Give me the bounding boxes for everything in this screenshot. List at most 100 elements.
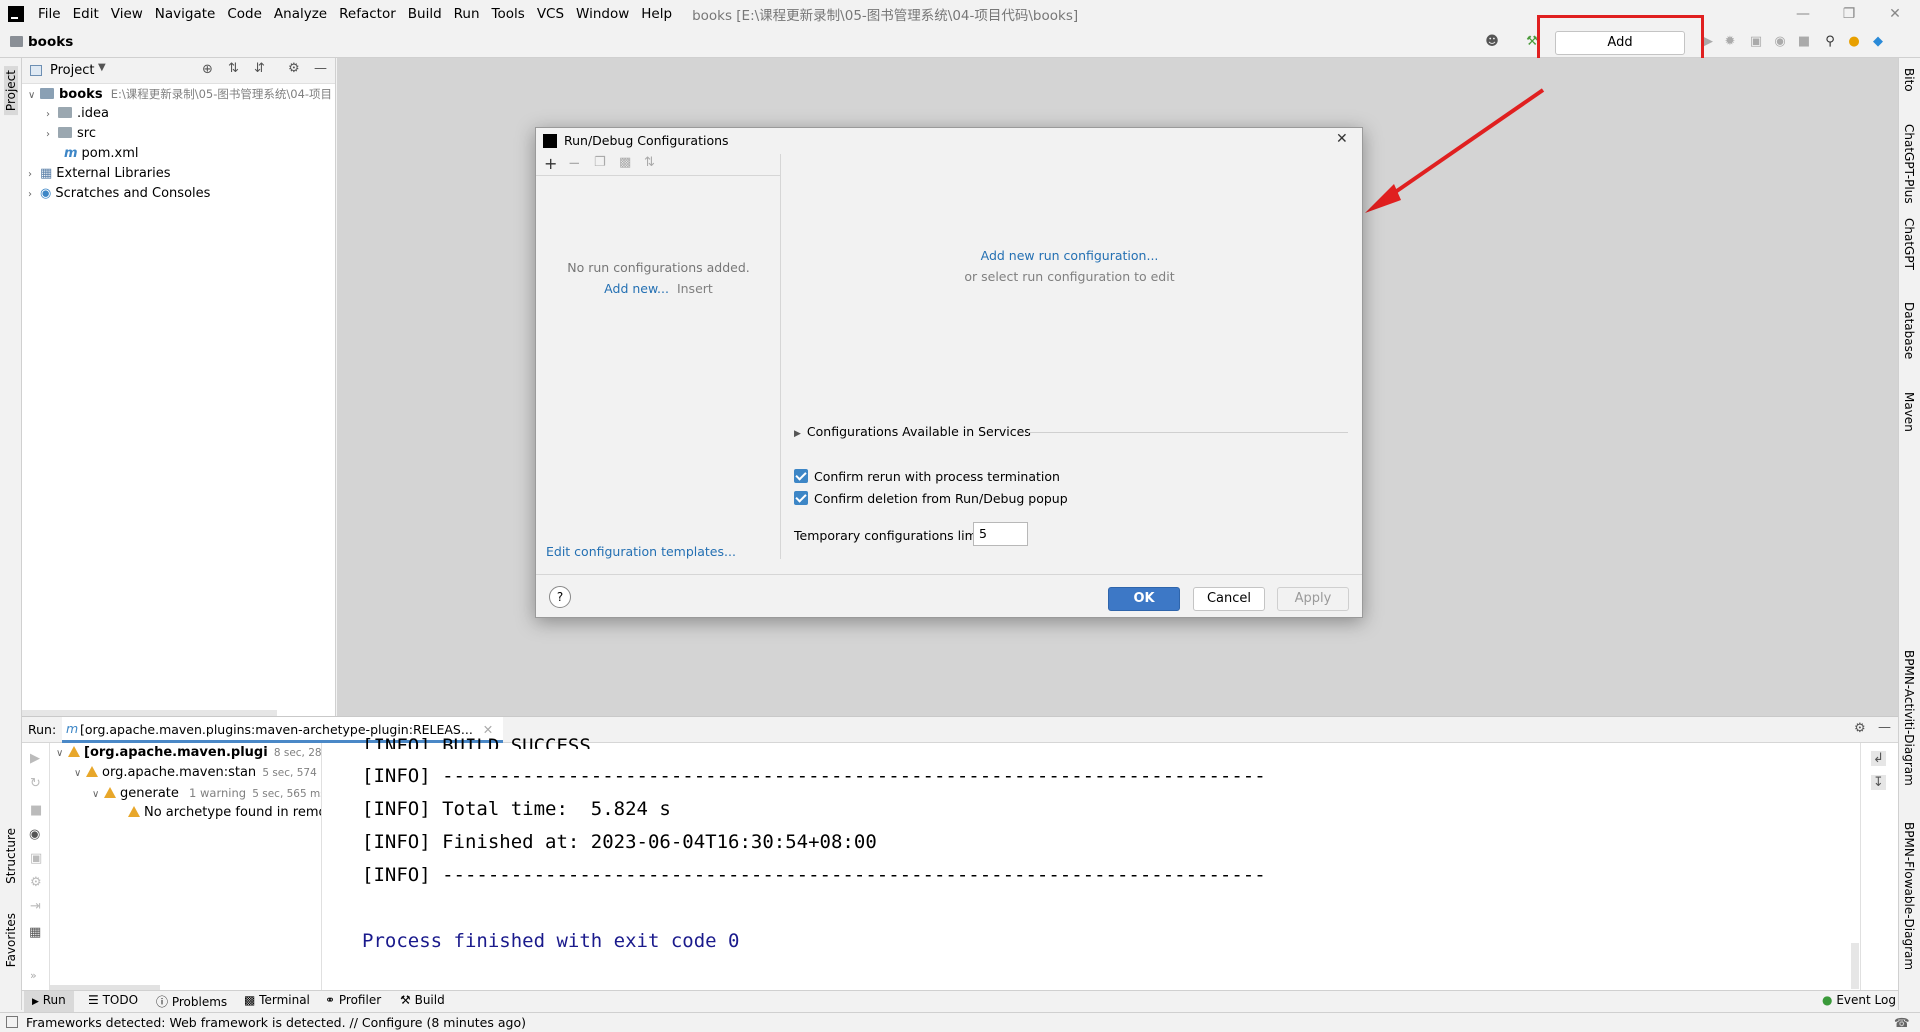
database-tool-tab[interactable]: Database (1902, 302, 1916, 359)
close-window-icon[interactable]: ✕ (1872, 0, 1918, 28)
chevron-right-icon[interactable]: › (46, 105, 58, 125)
chevron-down-icon[interactable]: ∨ (28, 86, 40, 106)
menu-code[interactable]: Code (221, 0, 268, 28)
user-icon[interactable]: ☻ (1484, 34, 1500, 50)
checkbox-checked-icon[interactable] (794, 469, 808, 483)
confirm-deletion-checkbox[interactable]: Confirm deletion from Run/Debug popup (794, 491, 1068, 506)
toolbox-icon[interactable]: ◆ (1870, 34, 1886, 50)
gear-icon[interactable]: ⚙ (288, 61, 300, 76)
menu-analyze[interactable]: Analyze (268, 0, 333, 28)
camera-icon[interactable]: ▣ (30, 851, 42, 866)
add-icon[interactable]: + (544, 154, 557, 173)
hide-panel-icon[interactable]: — (1878, 720, 1891, 735)
restart-icon[interactable]: ↻ (30, 776, 41, 791)
bpmn-activiti-tool-tab[interactable]: BPMN-Activiti-Diagram (1902, 650, 1916, 786)
chatgpt-tool-tab[interactable]: ChatGPT (1902, 218, 1916, 270)
chevron-right-icon[interactable]: › (28, 165, 40, 185)
gear-icon[interactable]: ⚙ (1854, 721, 1866, 736)
menu-run[interactable]: Run (448, 0, 486, 28)
tree-item-scratches[interactable]: › ◉ Scratches and Consoles (28, 184, 210, 204)
expand-all-icon[interactable]: ⇅ (228, 61, 239, 76)
folder-icon[interactable]: ▩ (619, 155, 631, 170)
chatgpt-plus-tool-tab[interactable]: ChatGPT-Plus (1902, 124, 1916, 204)
chevron-down-icon[interactable]: ∨ (56, 744, 68, 764)
add-new-link[interactable]: Add new... (604, 281, 669, 296)
tree-item-src[interactable]: › src (46, 124, 96, 144)
maven-tool-tab[interactable]: Maven (1902, 392, 1916, 432)
profile-icon[interactable]: ◉ (1772, 34, 1788, 50)
confirm-rerun-checkbox[interactable]: Confirm rerun with process termination (794, 469, 1060, 484)
edit-templates-link[interactable]: Edit configuration templates... (546, 544, 736, 559)
tree-item-external-libraries[interactable]: › ▦ External Libraries (28, 164, 171, 184)
status-message[interactable]: Frameworks detected: Web framework is de… (26, 1013, 526, 1032)
problems-tool-tab[interactable]: ⓘ Problems (156, 993, 227, 1010)
soft-wrap-icon[interactable]: ↲ (1871, 751, 1886, 766)
menu-vcs[interactable]: VCS (531, 0, 570, 28)
temp-limit-input[interactable]: 5 (973, 522, 1028, 546)
help-button[interactable]: ? (549, 586, 571, 608)
stop-icon[interactable]: ■ (30, 803, 42, 818)
tree-root-books[interactable]: ∨ books E:\课程更新录制\05-图书管理系统\04-项目 (28, 84, 332, 104)
menu-refactor[interactable]: Refactor (333, 0, 402, 28)
ok-button[interactable]: OK (1108, 587, 1180, 611)
menu-help[interactable]: Help (635, 0, 678, 28)
services-section-toggle[interactable]: ▶ Configurations Available in Services (794, 424, 1031, 439)
remove-icon[interactable]: − (568, 154, 581, 172)
tree-item-idea[interactable]: › .idea (46, 104, 109, 124)
breadcrumb-project[interactable]: books (28, 34, 73, 50)
rerun-icon[interactable]: ▶ (30, 751, 40, 766)
todo-tool-tab[interactable]: ☰ TODO (88, 993, 138, 1007)
filter-icon[interactable]: ⚙ (30, 875, 42, 890)
bpmn-flowable-tool-tab[interactable]: BPMN-Flowable-Diagram (1902, 822, 1916, 970)
restore-icon[interactable]: ❐ (1826, 0, 1872, 28)
collapse-all-icon[interactable]: ⇵ (254, 61, 265, 76)
terminal-tool-tab[interactable]: ▩ Terminal (244, 993, 310, 1007)
more-icon[interactable]: » (30, 969, 37, 982)
eye-icon[interactable]: ◉ (29, 827, 40, 842)
run-tool-tab[interactable]: ▶ Run (24, 991, 74, 1012)
scroll-to-end-icon[interactable]: ↧ (1871, 775, 1886, 790)
run-tree-root[interactable]: ∨ [org.apache.maven.plugi 8 sec, 282 ms (56, 743, 321, 764)
structure-tool-tab[interactable]: Structure (4, 828, 18, 884)
favorites-tool-tab[interactable]: Favorites (4, 913, 18, 967)
menu-window[interactable]: Window (570, 0, 635, 28)
build-tool-tab[interactable]: ⚒ Build (400, 993, 445, 1007)
sort-icon[interactable]: ⇅ (644, 155, 655, 170)
project-tool-tab[interactable]: Project (4, 66, 18, 116)
chevron-right-icon[interactable]: › (28, 185, 40, 205)
run-tree-item[interactable]: ∨ generate 1 warning 5 sec, 565 ms (92, 783, 321, 805)
run-tree-item[interactable]: ∨ org.apache.maven:stan 5 sec, 574 ms (74, 763, 321, 784)
project-view-selector[interactable]: Project (50, 63, 94, 78)
chevron-right-icon[interactable]: › (46, 125, 58, 145)
cancel-button[interactable]: Cancel (1193, 587, 1265, 611)
chevron-down-icon[interactable]: ▼ (98, 62, 106, 73)
copy-icon[interactable]: ❐ (594, 155, 606, 170)
notifications-icon[interactable]: ☎ (1894, 1013, 1910, 1032)
tree-item-pom[interactable]: m pom.xml (64, 144, 139, 164)
close-icon[interactable]: ✕ (1336, 131, 1348, 147)
event-log-tab[interactable]: ● Event Log (1822, 993, 1896, 1007)
console-output[interactable]: [INFO] BUILD SUCCESS [INFO] ------------… (322, 735, 1882, 991)
layout-icon[interactable]: ▦ (29, 925, 41, 940)
import-icon[interactable]: ⇥ (30, 899, 41, 914)
apply-button[interactable]: Apply (1277, 587, 1349, 611)
add-run-configuration-link[interactable]: Add new run configuration... (782, 248, 1357, 263)
search-icon[interactable]: ⚲ (1822, 34, 1838, 50)
checkbox-checked-icon[interactable] (794, 491, 808, 505)
menu-edit[interactable]: Edit (67, 0, 105, 28)
chevron-down-icon[interactable]: ∨ (92, 785, 104, 805)
update-icon[interactable]: ● (1846, 34, 1862, 50)
status-toggle-icon[interactable] (6, 1016, 18, 1028)
chevron-down-icon[interactable]: ∨ (74, 764, 86, 784)
debug-icon[interactable]: ✹ (1722, 34, 1738, 50)
menu-file[interactable]: File (32, 0, 67, 28)
run-tree-item[interactable]: No archetype found in remote (128, 803, 321, 823)
hide-panel-icon[interactable]: — (314, 61, 327, 76)
menu-view[interactable]: View (105, 0, 149, 28)
coverage-icon[interactable]: ▣ (1748, 34, 1764, 50)
minimize-icon[interactable]: — (1780, 0, 1826, 28)
menu-navigate[interactable]: Navigate (149, 0, 222, 28)
menu-build[interactable]: Build (402, 0, 448, 28)
menu-tools[interactable]: Tools (486, 0, 531, 28)
profiler-tool-tab[interactable]: ⚭ Profiler (325, 993, 381, 1007)
